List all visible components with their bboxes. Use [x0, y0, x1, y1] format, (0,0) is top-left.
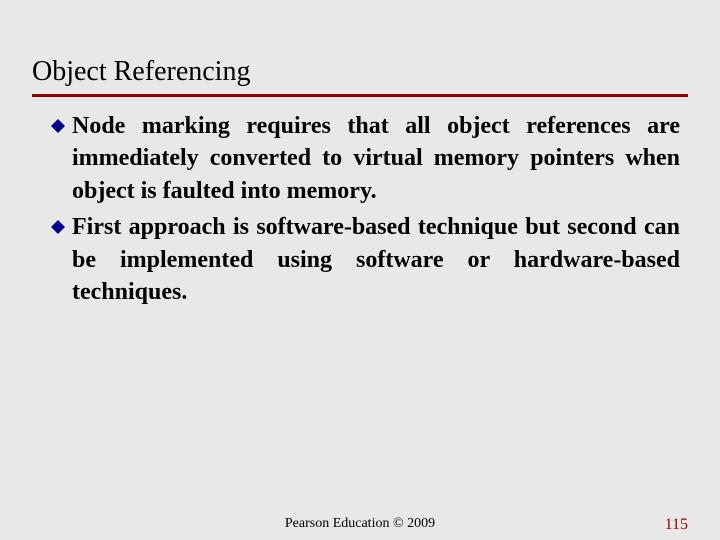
- list-item: First approach is software-based techniq…: [50, 211, 680, 308]
- content-body: Node marking requires that all object re…: [50, 110, 680, 312]
- page-title: Object Referencing: [32, 56, 688, 97]
- page-number: 115: [665, 516, 688, 534]
- diamond-bullet-icon: [50, 219, 66, 235]
- list-item: Node marking requires that all object re…: [50, 110, 680, 207]
- slide: Object Referencing Node marking requires…: [0, 0, 720, 540]
- footer-copyright: Pearson Education © 2009: [285, 516, 435, 532]
- bullet-text: Node marking requires that all object re…: [72, 110, 680, 207]
- bullet-text: First approach is software-based techniq…: [72, 211, 680, 308]
- diamond-bullet-icon: [50, 118, 66, 134]
